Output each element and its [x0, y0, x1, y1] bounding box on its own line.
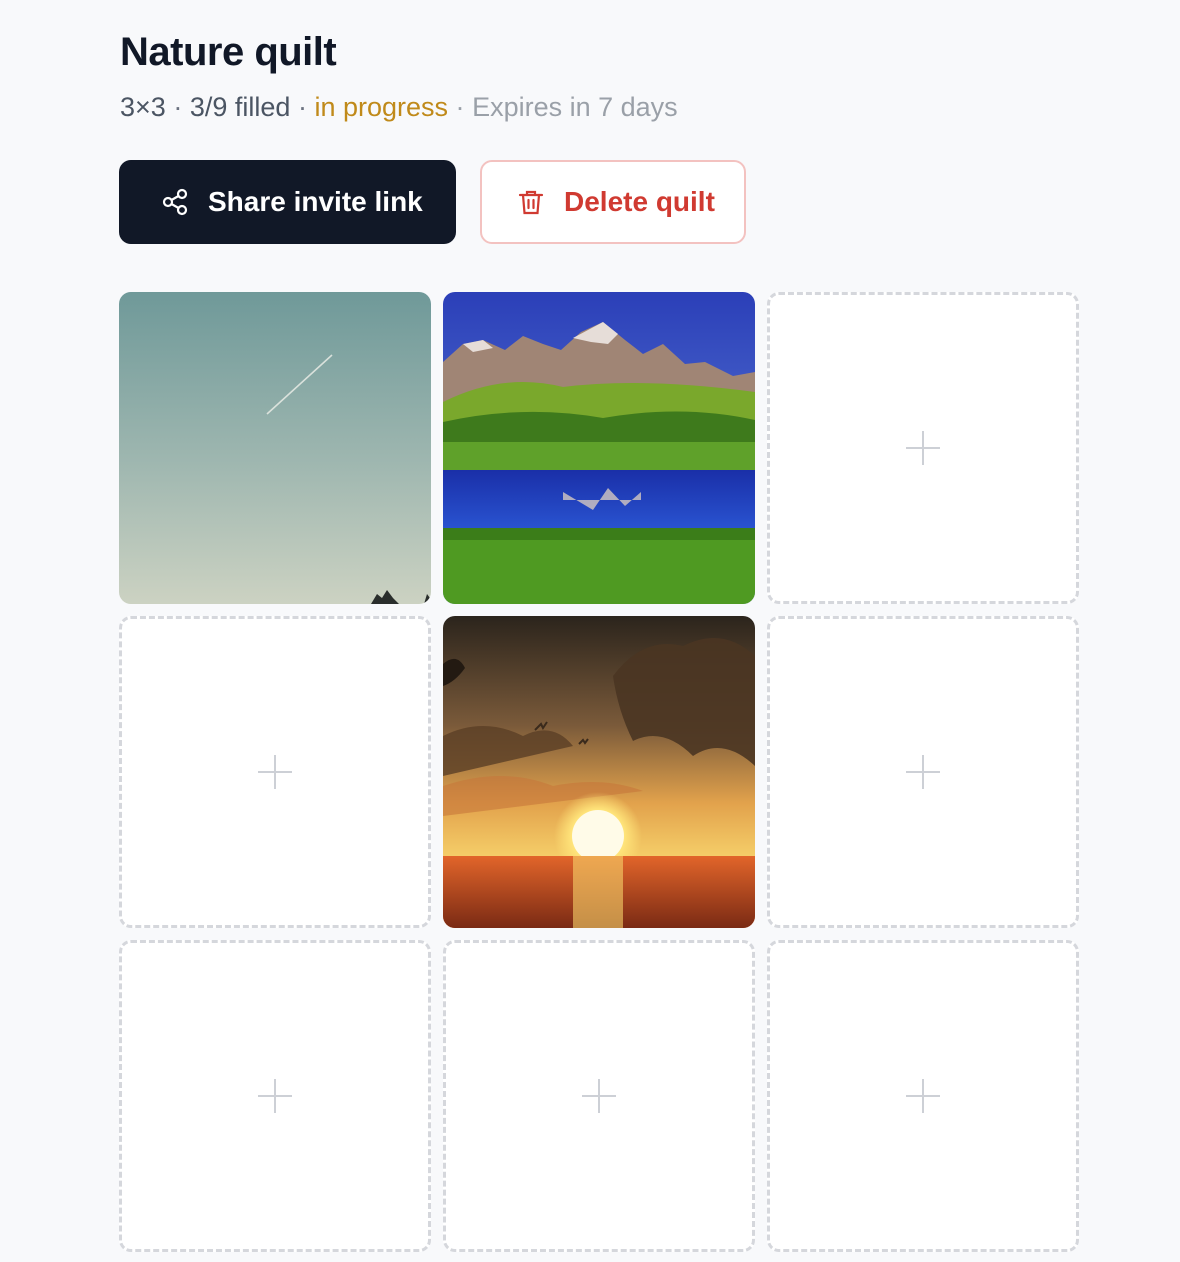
quilt-tile-3-empty[interactable] — [767, 292, 1079, 604]
meta-separator: · — [173, 92, 183, 122]
quilt-tile-4-empty[interactable] — [119, 616, 431, 928]
mountain-lake-photo — [443, 292, 755, 604]
grid-size: 3×3 — [120, 92, 166, 122]
quilt-tile-2-mountain-lake-photo[interactable] — [443, 292, 755, 604]
share-invite-link-button[interactable]: Share invite link — [119, 160, 456, 244]
meta-separator: · — [297, 92, 307, 122]
expiry-text: Expires in 7 days — [472, 92, 678, 122]
quilt-tile-8-empty[interactable] — [443, 940, 755, 1252]
quilt-tile-6-empty[interactable] — [767, 616, 1079, 928]
plus-icon — [258, 755, 292, 789]
ocean-sunset-photo — [443, 616, 755, 928]
delete-button-label: Delete quilt — [564, 186, 715, 217]
plus-icon — [582, 1079, 616, 1113]
quilt-tile-9-empty[interactable] — [767, 940, 1079, 1252]
meta-separator: · — [455, 92, 465, 122]
filled-count: 3/9 filled — [189, 92, 291, 122]
plus-icon — [258, 1079, 292, 1113]
share-button-label: Share invite link — [208, 186, 423, 217]
quilt-tile-5-ocean-sunset-photo[interactable] — [443, 616, 755, 928]
status-text: in progress — [314, 92, 449, 122]
trash-icon — [516, 187, 546, 217]
share-icon — [160, 187, 190, 217]
delete-quilt-button[interactable]: Delete quilt — [480, 160, 746, 244]
quilt-page: Nature quilt 3×3 · 3/9 filled · in progr… — [0, 0, 1180, 1262]
quilt-meta: 3×3 · 3/9 filled · in progress · Expires… — [120, 92, 678, 123]
plus-icon — [906, 431, 940, 465]
plus-icon — [906, 1079, 940, 1113]
plus-icon — [906, 755, 940, 789]
sky-contrail-photo — [119, 292, 431, 604]
page-title: Nature quilt — [120, 30, 337, 74]
quilt-tile-1-sky-contrail-photo[interactable] — [119, 292, 431, 604]
quilt-tile-7-empty[interactable] — [119, 940, 431, 1252]
